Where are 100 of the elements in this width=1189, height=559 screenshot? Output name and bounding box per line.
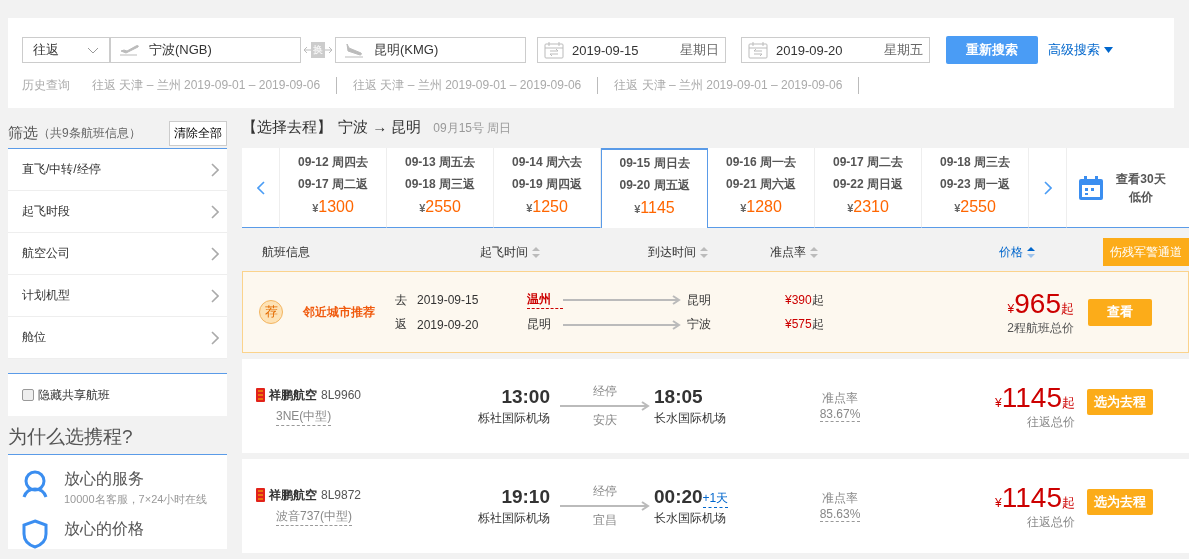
price-note: 往返总价 [1027,413,1075,431]
filter-item[interactable]: 直飞/中转/经停 [8,149,227,191]
date-price-tab[interactable]: 09-12 周四去 09-17 周二返 ¥1300 [280,148,387,228]
departure-airport: 栎社国际机场 [478,509,550,527]
low-price-calendar-link[interactable]: 查看30天低价 [1067,148,1189,228]
sort-icon [700,246,708,258]
caret-icon [1104,47,1113,53]
departure-time: 13:00 [501,385,550,408]
trip-type-dropdown[interactable]: 往返 [22,37,110,63]
price: ¥1145起 [995,381,1075,414]
chevron-right-icon [1043,180,1052,195]
price: ¥1145起 [995,481,1075,514]
feature-description: 10000名客服，7×24小时在线 [64,492,208,507]
plane-landing-icon [344,42,364,58]
chevron-right-icon [211,162,219,177]
leg-price: ¥390起 [785,291,824,309]
total-price: ¥965起 [1007,287,1074,320]
chevron-right-icon [211,288,219,303]
stop-city: 安庆 [593,412,617,429]
plane-takeoff-icon [119,43,139,57]
filter-item[interactable]: 起飞时段 [8,191,227,233]
sort-icon [1027,246,1035,258]
shield-icon [22,519,48,549]
column-header[interactable]: 价格 [999,243,1035,261]
date-price-tab[interactable]: 09-18 周三去 09-23 周一返 ¥2550 [922,148,1029,228]
airline-logo-icon [256,488,265,502]
column-header[interactable]: 起飞时间 [480,243,540,261]
ontime-rate: 85.63% [819,507,861,522]
step-title: 【选择去程】 [242,118,332,137]
advanced-search-link[interactable]: 高级搜索 [1048,41,1113,59]
recommend-badge: 荐 [259,300,283,324]
departure-city-field[interactable]: 宁波(NGB) [110,37,301,63]
arrow-left-icon [304,47,311,53]
sort-icon [810,246,818,258]
next-day-badge: +1天 [702,489,729,508]
calendar-icon [1077,173,1105,202]
leg-origin: 昆明 [527,316,552,333]
calendar-icon [544,41,564,59]
checkbox-label: 隐藏共享航班 [38,386,110,404]
next-button[interactable] [1029,148,1067,228]
stop-label: 经停 [593,483,617,500]
airline-logo-icon [256,388,265,402]
chevron-right-icon [211,204,219,219]
feature-title: 放心的服务 [64,469,145,489]
chevron-right-icon [211,330,219,345]
previous-button[interactable] [242,148,280,228]
flight-count: （共9条航班信息） [38,124,141,142]
arrival-city-field[interactable]: 昆明(KMG) [335,37,526,63]
leg-price: ¥575起 [785,316,824,333]
history-label: 历史查询 [22,77,70,94]
aircraft-type[interactable]: 波音737(中型) [276,507,352,526]
airline-name: 祥鹏航空 [269,386,317,404]
chevron-right-icon [211,246,219,261]
arrival-airport: 长水国际机场 [654,509,726,527]
flight-number: 8L9960 [321,388,362,402]
date-price-tab[interactable]: 09-14 周六去 09-19 周四返 ¥1250 [494,148,601,228]
stop-label: 经停 [593,383,617,400]
recommend-label: 邻近城市推荐 [303,303,376,321]
date-price-tab[interactable]: 09-16 周一去 09-21 周六返 ¥1280 [708,148,815,228]
leg-date: 2019-09-15 [417,293,480,307]
leg-destination: 昆明 [687,291,712,309]
date-price-tab[interactable]: 09-17 周二去 09-22 周日返 ¥2310 [815,148,922,228]
price-note: 往返总价 [1027,513,1075,531]
column-header[interactable]: 到达时间 [648,243,708,261]
headset-icon [22,469,48,499]
filter-item[interactable]: 计划机型 [8,275,227,317]
leg-destination: 宁波 [687,316,712,333]
leg-direction: 去 [395,291,408,309]
filter-title: 筛选 [8,123,38,143]
departure-airport: 栎社国际机场 [478,409,550,427]
departure-time: 19:10 [501,485,550,508]
arrow-right-icon [325,47,332,53]
route-title: 宁波 → 昆明 [338,118,422,137]
column-header: 航班信息 [262,243,310,261]
leg-origin[interactable]: 温州 [527,291,563,309]
date-subtitle: 09月15号 周日 [433,120,512,137]
caret-icon [87,46,99,54]
sort-icon [532,246,540,258]
leg-direction: 返 [395,316,408,333]
checkbox[interactable] [22,389,34,401]
ontime-rate: 83.67% [819,407,861,422]
return-date-field[interactable]: 2019-09-20 星期五 [741,37,930,63]
arrival-time: 18:05 [654,385,703,408]
date-price-tab[interactable]: 09-13 周五去 09-18 周三返 ¥2550 [387,148,494,228]
column-header[interactable]: 准点率 [770,243,818,261]
feature-title: 放心的价格 [64,519,144,539]
filter-item[interactable]: 舱位 [8,317,227,359]
flight-number: 8L9872 [321,488,362,502]
stop-city: 宜昌 [593,512,617,529]
date-price-tab[interactable]: 09-15 周日去 09-20 周五返 ¥1145 [601,148,708,228]
price-note: 2程航班总价 [1007,319,1074,337]
aircraft-type[interactable]: 3NE(中型) [276,407,332,426]
departure-date-field[interactable]: 2019-09-15 星期日 [537,37,726,63]
arrival-time: 00:20 [654,485,703,508]
airline-name: 祥鹏航空 [269,486,317,504]
arrival-airport: 长水国际机场 [654,409,726,427]
clear-all-button[interactable]: 清除全部 [169,120,227,146]
filter-item[interactable]: 航空公司 [8,233,227,275]
calendar-icon [748,41,768,59]
ontime-label: 准点率 [822,490,858,507]
